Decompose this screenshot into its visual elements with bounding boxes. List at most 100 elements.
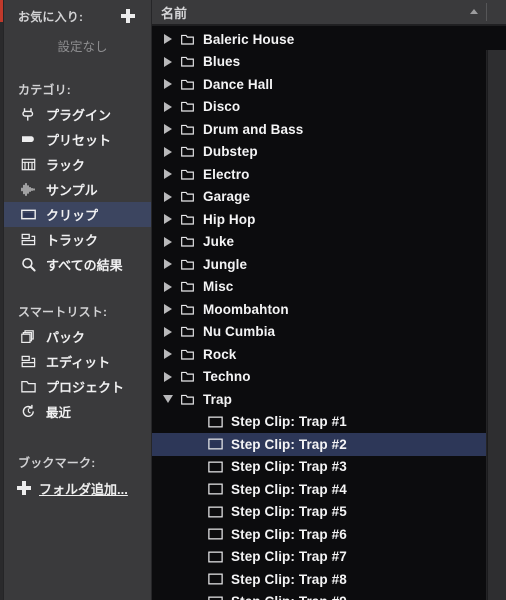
sidebar-item-all-results[interactable]: すべての結果 (4, 252, 151, 277)
chevron-right-icon[interactable] (160, 214, 176, 225)
tree-row-folder[interactable]: Electro (152, 163, 506, 186)
sidebar-item-packs[interactable]: パック (4, 324, 151, 349)
tree-row-label: Trap (203, 391, 232, 407)
vertical-scrollbar[interactable] (487, 50, 506, 600)
column-header-name[interactable]: 名前 (152, 0, 506, 25)
chevron-right-icon[interactable] (160, 326, 176, 337)
column-header-label: 名前 (161, 5, 188, 21)
tree-row-folder[interactable]: Rock (152, 343, 506, 366)
tree-row-folder[interactable]: Nu Cumbia (152, 321, 506, 344)
tree-row-label: Step Clip: Trap #4 (231, 481, 347, 497)
sidebar-item-label: パック (46, 330, 86, 345)
clip-icon (204, 506, 226, 518)
tree-row-label: Electro (203, 166, 250, 182)
tree-row-folder[interactable]: Misc (152, 276, 506, 299)
sidebar-item-racks[interactable]: ラック (4, 152, 151, 177)
track-icon (20, 353, 37, 370)
sidebar-item-label: クリップ (46, 208, 99, 223)
sidebar-item-recent[interactable]: 最近 (4, 399, 151, 424)
tree-row-clip[interactable]: Step Clip: Trap #9 (152, 591, 506, 600)
folder-icon (176, 369, 198, 384)
tree-row-folder[interactable]: Baleric House (152, 28, 506, 51)
chevron-right-icon[interactable] (160, 259, 176, 270)
sidebar-item-edits[interactable]: エディット (4, 349, 151, 374)
sidebar: お気に入り: 設定なし カテゴリ: プラグイン プリセット ラック サンプル ク… (0, 0, 152, 600)
tree-row-folder[interactable]: Blues (152, 51, 506, 74)
waveform-icon (20, 181, 37, 198)
smartlists-label: スマートリスト: (18, 305, 108, 319)
folder-icon (20, 378, 37, 395)
tree-row-folder[interactable]: Dance Hall (152, 73, 506, 96)
tree-row-clip[interactable]: Step Clip: Trap #7 (152, 546, 506, 569)
tree-row-folder[interactable]: Dubstep (152, 141, 506, 164)
tree-row-folder[interactable]: Jungle (152, 253, 506, 276)
sidebar-item-clips[interactable]: クリップ (4, 202, 151, 227)
add-favorite-plus-icon[interactable] (121, 9, 135, 23)
tree-row-label: Disco (203, 99, 241, 115)
chevron-right-icon[interactable] (160, 169, 176, 180)
sidebar-item-label: サンプル (46, 183, 98, 198)
tree-row-folder[interactable]: Moombahton (152, 298, 506, 321)
rack-icon (20, 156, 37, 173)
tree-row-folder[interactable]: Juke (152, 231, 506, 254)
tree-row-clip[interactable]: Step Clip: Trap #3 (152, 456, 506, 479)
search-icon (20, 256, 37, 273)
tree-row-clip[interactable]: Step Clip: Trap #8 (152, 568, 506, 591)
add-folder-plus-icon[interactable] (17, 481, 31, 495)
tree-row-clip[interactable]: Step Clip: Trap #6 (152, 523, 506, 546)
sidebar-item-presets[interactable]: プリセット (4, 127, 151, 152)
clip-icon (204, 528, 226, 540)
folder-icon (176, 279, 198, 294)
tree-row-folder[interactable]: Techno (152, 366, 506, 389)
chevron-down-icon[interactable] (160, 395, 176, 404)
tree-row-label: Dubstep (203, 144, 258, 160)
sidebar-item-plugins[interactable]: プラグイン (4, 102, 151, 127)
tree-row-folder[interactable]: Disco (152, 96, 506, 119)
tree-row-clip[interactable]: Step Clip: Trap #1 (152, 411, 506, 434)
tree-row-folder[interactable]: Hip Hop (152, 208, 506, 231)
preset-tag-icon (20, 131, 37, 148)
clip-icon (204, 416, 226, 428)
sort-ascending-icon[interactable] (470, 9, 478, 14)
tree-row-folder[interactable]: Garage (152, 186, 506, 209)
add-folder-link[interactable]: フォルダ追加... (39, 479, 128, 498)
tree-row-clip[interactable]: Step Clip: Trap #2 (152, 433, 506, 456)
chevron-right-icon[interactable] (160, 281, 176, 292)
sidebar-item-samples[interactable]: サンプル (4, 177, 151, 202)
tree-row-clip[interactable]: Step Clip: Trap #4 (152, 478, 506, 501)
folder-icon (176, 77, 198, 92)
chevron-right-icon[interactable] (160, 34, 176, 45)
clip-icon (204, 461, 226, 473)
tree-row-folder[interactable]: Drum and Bass (152, 118, 506, 141)
sidebar-item-projects[interactable]: プロジェクト (4, 374, 151, 399)
tree-row-label: Baleric House (203, 31, 295, 47)
chevron-right-icon[interactable] (160, 349, 176, 360)
sidebar-item-tracks[interactable]: トラック (4, 227, 151, 252)
chevron-right-icon[interactable] (160, 236, 176, 247)
tree-row-label: Moombahton (203, 301, 289, 317)
tree-row-clip[interactable]: Step Clip: Trap #5 (152, 501, 506, 524)
clip-icon (204, 483, 226, 495)
chevron-right-icon[interactable] (160, 146, 176, 157)
tree-row-folder[interactable]: Trap (152, 388, 506, 411)
chevron-right-icon[interactable] (160, 371, 176, 382)
stacked-squares-icon (20, 328, 37, 345)
tree-row-label: Blues (203, 54, 241, 70)
tree-row-label: Dance Hall (203, 76, 274, 92)
chevron-right-icon[interactable] (160, 101, 176, 112)
folder-icon (176, 144, 198, 159)
sidebar-item-label: すべての結果 (46, 258, 123, 273)
add-folder-bookmark[interactable]: フォルダ追加... (4, 475, 151, 501)
chevron-right-icon[interactable] (160, 124, 176, 135)
sidebar-item-label: プラグイン (46, 108, 112, 123)
chevron-right-icon[interactable] (160, 79, 176, 90)
bookmarks-label: ブックマーク: (18, 456, 96, 470)
tree-row-label: Step Clip: Trap #5 (231, 504, 347, 520)
sidebar-item-label: トラック (46, 233, 99, 248)
chevron-right-icon[interactable] (160, 56, 176, 67)
chevron-right-icon[interactable] (160, 191, 176, 202)
chevron-right-icon[interactable] (160, 304, 176, 315)
folder-icon (176, 257, 198, 272)
folder-icon (176, 122, 198, 137)
record-indicator-stripe (0, 0, 3, 22)
